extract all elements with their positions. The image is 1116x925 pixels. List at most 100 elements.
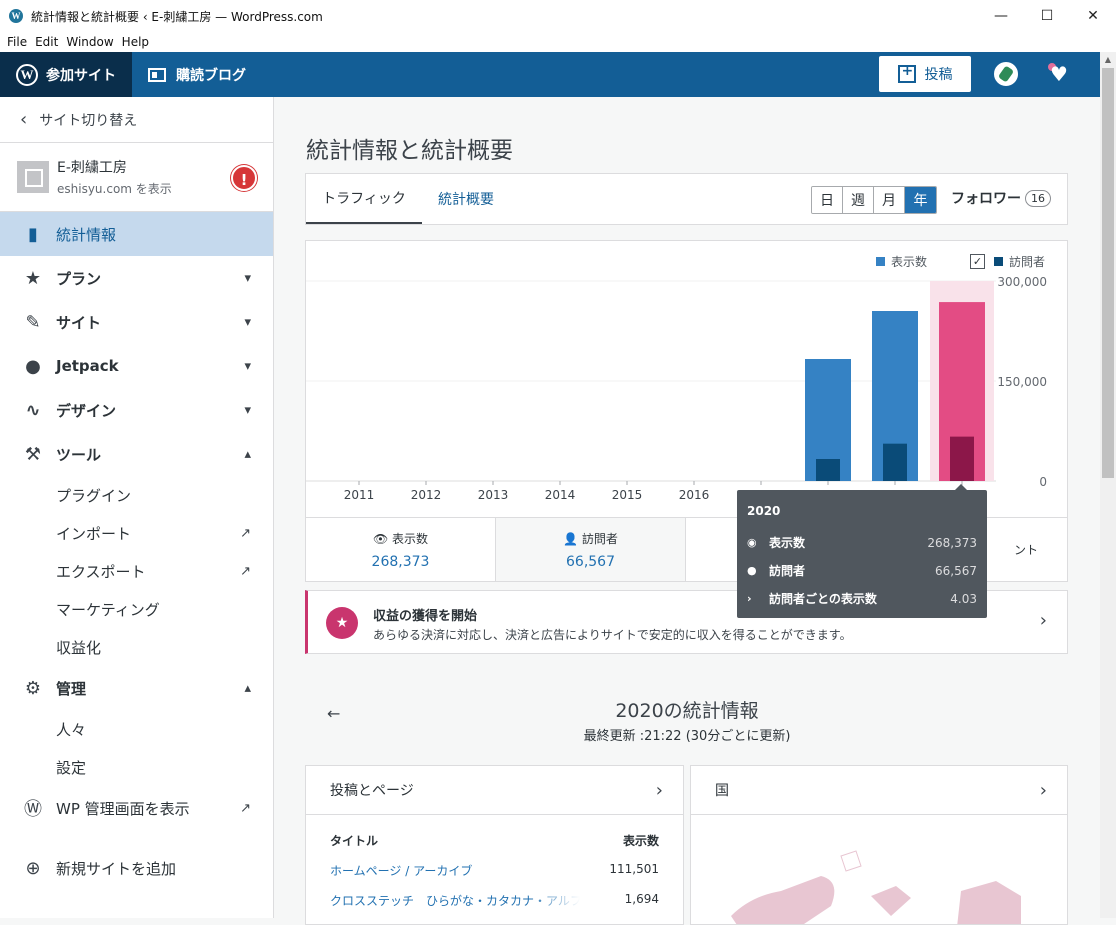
post-link[interactable]: クロスステッチ ひらがな・カタカナ・アルファベット: [330, 892, 580, 909]
user-avatar[interactable]: [994, 62, 1018, 86]
stat-label: 訪問者: [581, 531, 618, 546]
switch-site-label: サイト切り替え: [39, 112, 138, 129]
scroll-up-arrow-icon[interactable]: ▲: [1100, 52, 1116, 68]
summary-subtitle: 最終更新 :21:22 (30分ごとに更新): [583, 729, 791, 744]
scrollbar-thumb[interactable]: [1102, 68, 1114, 478]
stat-visitors[interactable]: 👤 訪問者 66,567: [496, 518, 686, 581]
countries-card: 国 ›: [690, 765, 1068, 925]
menu-help[interactable]: Help: [122, 35, 149, 49]
x-tick-label: 2011: [344, 488, 375, 502]
window-scrollbar[interactable]: ▲: [1100, 52, 1116, 918]
pencil-icon: ✎: [25, 311, 41, 333]
switch-site-button[interactable]: ‹ サイト切り替え: [0, 97, 273, 143]
current-site[interactable]: E-刺繍工房 eshisyu.com を表示 !: [0, 143, 273, 212]
table-row: クロスステッチ ひらがな・カタカナ・アルファベット 1,694: [306, 892, 683, 909]
stat-views[interactable]: 👁 表示数 268,373: [306, 518, 496, 581]
sidebar-item-stats[interactable]: ▮ 統計情報: [0, 212, 273, 256]
bar-visitors-2020: [950, 436, 974, 481]
x-tick-label: 2014: [545, 488, 576, 502]
chevron-up-icon: ▴: [244, 446, 251, 462]
chevron-right-icon: ›: [1039, 779, 1047, 801]
sidebar-sub-marketing[interactable]: マーケティング: [0, 590, 273, 628]
main-content: 統計情報と統計概要 トラフィック 統計概要 日 週 月 年 フォロワー 16 表…: [274, 97, 1100, 925]
page-title: 統計情報と統計概要: [306, 138, 513, 164]
chevron-right-icon: ›: [655, 779, 663, 801]
sub-label: 人々: [56, 720, 87, 739]
new-post-icon: [897, 63, 916, 83]
menu-file[interactable]: File: [7, 35, 27, 49]
chevron-up-icon: ▴: [244, 680, 251, 696]
banner-description: あらゆる決済に対応し、決済と広告によりサイトで安定的に収入を得ることができます。: [373, 628, 852, 642]
sub-label: エクスポート: [56, 562, 146, 581]
design-brush-icon: ∿: [25, 399, 41, 421]
sidebar-item-wp-admin[interactable]: Ⓦ WP 管理画面を表示 ↗: [0, 786, 273, 830]
follow-label: フォロワー: [951, 191, 1021, 207]
sidebar-sub-earn[interactable]: 収益化: [0, 628, 273, 666]
sidebar-item-add-site[interactable]: ⊕ 新規サイトを追加: [0, 846, 273, 890]
sidebar-sub-settings[interactable]: 設定: [0, 748, 273, 786]
follow-button[interactable]: フォロワー 16: [951, 188, 1051, 208]
col-views: 表示数: [622, 834, 659, 848]
sidebar-sub-plugins[interactable]: プラグイン: [0, 476, 273, 514]
post-views: 111,501: [609, 862, 659, 876]
site-alert-icon[interactable]: !: [231, 165, 257, 191]
y-tick-label: 300,000: [997, 275, 1047, 289]
sidebar-item-tools[interactable]: ⚒ ツール ▴: [0, 432, 273, 476]
countries-card-header[interactable]: 国 ›: [691, 766, 1067, 815]
sidebar-item-site[interactable]: ✎ サイト ▾: [0, 300, 273, 344]
gear-icon: ⚙: [24, 677, 42, 699]
write-post-button[interactable]: 投稿: [879, 56, 971, 92]
world-map: [731, 850, 1021, 924]
menu-bar: File Edit Window Help: [0, 32, 1116, 52]
sidebar-sub-people[interactable]: 人々: [0, 710, 273, 748]
tab-traffic[interactable]: トラフィック: [306, 174, 422, 224]
back-arrow-icon[interactable]: ←: [327, 704, 340, 723]
chevron-left-icon: ‹: [20, 109, 28, 130]
close-button[interactable]: ✕: [1070, 0, 1116, 32]
period-week[interactable]: 週: [843, 187, 874, 213]
sidebar: ‹ サイト切り替え E-刺繍工房 eshisyu.com を表示 ! ▮ 統計情…: [0, 97, 274, 918]
menu-window[interactable]: Window: [66, 35, 113, 49]
sidebar-item-design[interactable]: ∿ デザイン ▾: [0, 388, 273, 432]
my-sites-label: 参加サイト: [46, 67, 116, 84]
post-link[interactable]: ホームページ / アーカイブ: [330, 862, 580, 879]
my-sites-button[interactable]: W 参加サイト: [0, 52, 132, 97]
wordpress-icon: Ⓦ: [24, 799, 42, 820]
tooltip-row-visitors: ● 訪問者 66,567: [747, 562, 977, 579]
bar-chart[interactable]: 300,000 150,000 0 2011 2012 2013 2014 2015 2016 2…: [306, 241, 1067, 517]
stat-value: 66,567: [566, 553, 615, 570]
period-year[interactable]: 年: [905, 187, 936, 213]
site-name: E-刺繍工房: [57, 160, 127, 176]
tooltip-row-views: ◉ 表示数 268,373: [747, 534, 977, 551]
wordpress-logo-icon: W: [16, 63, 38, 86]
site-url[interactable]: eshisyu.com を表示: [57, 180, 172, 197]
period-month[interactable]: 月: [874, 187, 905, 213]
menu-edit[interactable]: Edit: [35, 35, 58, 49]
site-icon: [17, 161, 49, 193]
sub-label: 収益化: [56, 638, 102, 657]
sidebar-sub-import[interactable]: インポート ↗: [0, 514, 273, 552]
period-selector: 日 週 月 年: [811, 186, 937, 214]
notifications-button[interactable]: ♥: [1048, 63, 1070, 85]
sidebar-sub-export[interactable]: エクスポート ↗: [0, 552, 273, 590]
tooltip-value: 4.03: [950, 591, 977, 606]
stat-label: ント: [1013, 543, 1038, 557]
banner-title: 収益の獲得を開始: [373, 609, 478, 624]
star-badge-icon: ★: [326, 607, 358, 639]
x-tick-label: 2013: [478, 488, 509, 502]
sidebar-item-plans[interactable]: ★ プラン ▾: [0, 256, 273, 300]
card-title: 国: [715, 783, 729, 799]
period-day[interactable]: 日: [812, 187, 843, 213]
tab-insights[interactable]: 統計概要: [438, 174, 494, 224]
maximize-button[interactable]: ☐: [1024, 0, 1070, 32]
notification-bell-icon: ♥: [1050, 62, 1068, 86]
posts-card-header[interactable]: 投稿とページ ›: [306, 766, 683, 815]
summary-title: 2020の統計情報: [615, 700, 759, 722]
tooltip-value: 66,567: [935, 563, 977, 578]
bar-visitors-2019: [883, 443, 907, 481]
sidebar-item-manage[interactable]: ⚙ 管理 ▴: [0, 666, 273, 710]
reader-button[interactable]: 購読ブログ: [148, 65, 246, 85]
sidebar-item-label: デザイン: [56, 401, 117, 420]
sidebar-item-jetpack[interactable]: ● Jetpack ▾: [0, 344, 273, 388]
minimize-button[interactable]: —: [978, 0, 1024, 32]
